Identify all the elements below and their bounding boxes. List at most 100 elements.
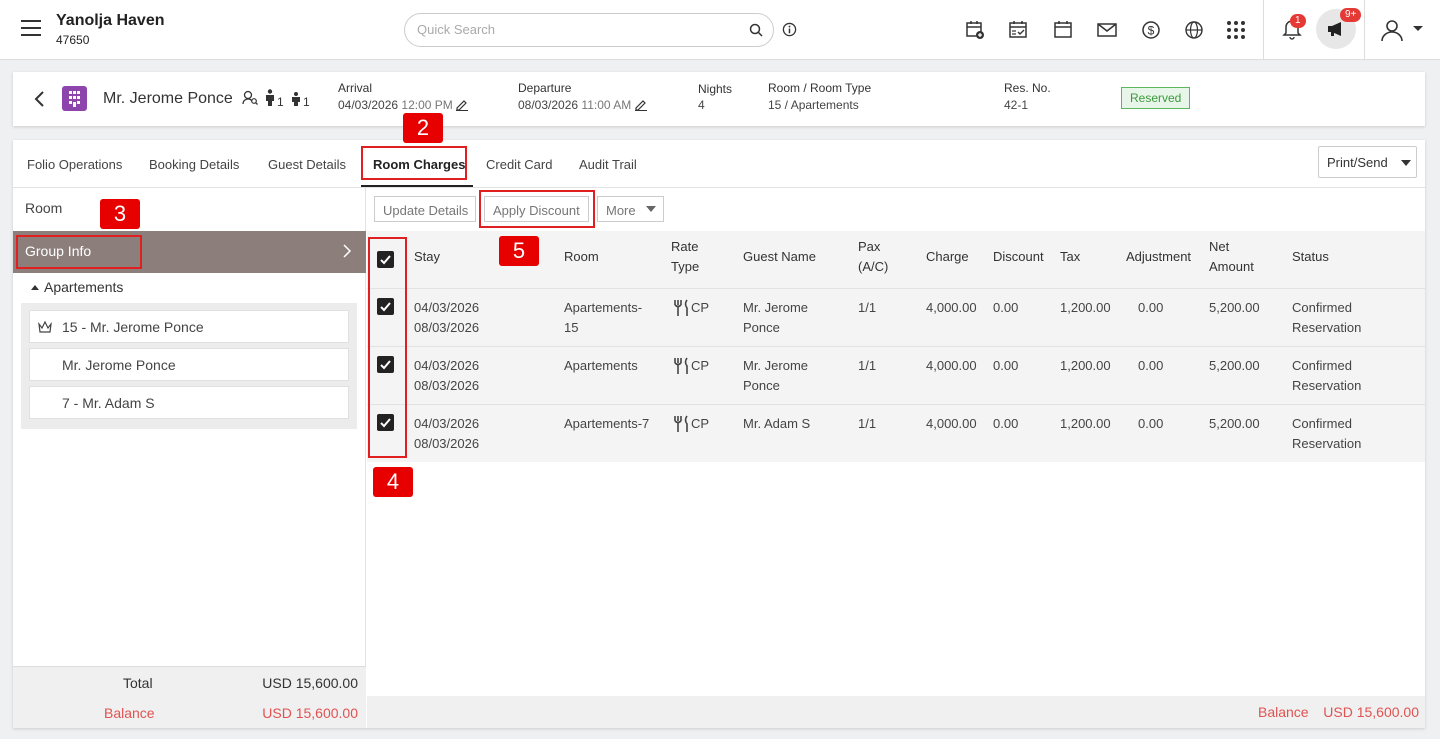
balance-value: USD 15,600.00 [1323, 704, 1419, 720]
status-line-2: Reservation [1292, 436, 1362, 451]
cell-status: Confirmed Reservation [1292, 414, 1361, 454]
cell-net-amount: 5,200.00 [1209, 358, 1260, 373]
res-no-label: Res. No. [1004, 81, 1051, 95]
announcement-badge: 9+ [1340, 8, 1362, 22]
room-list-item[interactable]: Mr. Jerome Ponce [29, 348, 349, 381]
room-line-2: 15 [564, 320, 579, 335]
reservation-header: Mr. Jerome Ponce 1 1 Arrival 04/03/2026 … [13, 72, 1425, 126]
room-list-label: 15 - Mr. Jerome Ponce [62, 319, 204, 335]
stay-to: 08/03/2026 [414, 378, 480, 393]
status-line-1: Confirmed [1292, 300, 1352, 315]
room-list: 15 - Mr. Jerome Ponce Mr. Jerome Ponce 7… [21, 303, 357, 429]
col-discount: Discount [993, 249, 1044, 264]
cell-adjustment: 0.00 [1138, 300, 1164, 315]
stay-to: 08/03/2026 [414, 436, 480, 451]
res-no-value: 42-1 [1004, 98, 1029, 112]
more-button[interactable]: More [597, 196, 664, 222]
update-details-label: Update Details [383, 203, 469, 218]
calendar-add-icon[interactable] [965, 20, 985, 40]
update-details-button[interactable]: Update Details [374, 196, 476, 222]
info-icon[interactable] [782, 22, 797, 37]
col-rate-type-2: Type [671, 259, 700, 274]
tab-booking-details[interactable]: Booking Details [149, 157, 239, 172]
dollar-icon[interactable]: $ [1141, 20, 1161, 40]
tab-audit-trail[interactable]: Audit Trail [579, 157, 637, 172]
edit-pencil-icon[interactable] [634, 99, 647, 111]
guest-line-2: Ponce [743, 378, 780, 393]
room-line-1: Apartements-7 [564, 416, 650, 431]
cell-room: Apartements [564, 356, 638, 376]
rate-code: CP [691, 300, 710, 315]
cell-pax: 1/1 [858, 416, 877, 431]
col-room: Room [564, 249, 599, 264]
total-value: USD 15,600.00 [262, 675, 358, 691]
stay-from: 04/03/2026 [414, 358, 480, 373]
fork-knife-icon [674, 299, 688, 316]
tab-credit-card[interactable]: Credit Card [486, 157, 552, 172]
cell-tax: 1,200.00 [1060, 358, 1111, 373]
room-list-item[interactable]: 7 - Mr. Adam S [29, 386, 349, 419]
col-guest-name: Guest Name [743, 249, 816, 264]
balance-label: Balance [104, 705, 155, 721]
highlight-checkboxes [368, 237, 407, 458]
nights-label: Nights [698, 82, 733, 96]
chevron-down-icon [646, 206, 656, 212]
guest-search-icon[interactable] [242, 90, 258, 106]
status-line-2: Reservation [1292, 378, 1362, 393]
cell-pax: 1/1 [858, 300, 877, 315]
room-charges-panel: Update Details Apply Discount More Stay … [367, 188, 1425, 728]
crown-icon [38, 320, 52, 333]
arrival-date: 04/03/2026 [338, 98, 399, 112]
main-panel: Folio Operations Booking Details Guest D… [13, 140, 1425, 728]
guest-name: Mr. Jerome Ponce [103, 90, 233, 107]
calendar-check-icon[interactable] [1008, 20, 1028, 40]
child-icon [292, 92, 300, 106]
stay-from: 04/03/2026 [414, 416, 480, 431]
fork-knife-icon [674, 357, 688, 374]
search-icon[interactable] [749, 23, 763, 37]
apps-grid-icon[interactable] [1226, 20, 1246, 40]
globe-icon[interactable] [1184, 20, 1204, 40]
hotel-name: Yanolja Haven [56, 12, 165, 29]
arrival-label: Arrival [338, 81, 373, 95]
table-row: 04/03/2026 08/03/2026 Apartements CP Mr. … [367, 346, 1425, 404]
col-net-amount: Net Amount [1209, 237, 1254, 277]
child-count: 1 [303, 95, 310, 109]
mail-icon[interactable] [1097, 20, 1117, 40]
print-send-button[interactable]: Print/Send [1318, 146, 1417, 178]
cell-discount: 0.00 [993, 416, 1019, 431]
chevron-down-icon[interactable] [1413, 26, 1423, 31]
cell-pax: 1/1 [858, 358, 877, 373]
room-type-value: 15 / Apartements [768, 98, 859, 112]
room-label: Room [25, 200, 63, 216]
room-list-item[interactable]: 15 - Mr. Jerome Ponce [29, 310, 349, 343]
tab-folio-operations[interactable]: Folio Operations [27, 157, 122, 172]
back-arrow-icon[interactable] [33, 90, 45, 108]
chevron-down-icon [1401, 160, 1411, 166]
departure-value: 08/03/2026 11:00 AM [518, 98, 647, 112]
calendar-icon[interactable] [1053, 20, 1073, 40]
edit-pencil-icon[interactable] [456, 99, 469, 111]
col-adjustment: Adjustment [1126, 249, 1192, 264]
balance-value: USD 15,600.00 [262, 705, 358, 721]
status-line-1: Confirmed [1292, 358, 1352, 373]
cell-guest-name: Mr. Jerome Ponce [743, 356, 808, 396]
col-stay: Stay [414, 249, 441, 264]
tab-guest-details[interactable]: Guest Details [268, 157, 346, 172]
cell-charge: 4,000.00 [926, 300, 977, 315]
departure-time: 11:00 AM [581, 98, 632, 112]
cell-rate-type: CP [673, 356, 709, 376]
adult-count: 1 [277, 95, 284, 109]
status-badge: Reserved [1121, 87, 1191, 109]
guest-line-1: Mr. Jerome [743, 358, 809, 373]
user-icon[interactable] [1380, 18, 1404, 42]
search-input[interactable] [417, 22, 737, 37]
cell-rate-type: CP [673, 298, 709, 318]
room-group-header[interactable]: Apartements [31, 279, 123, 295]
menu-icon[interactable] [21, 20, 41, 36]
cell-status: Confirmed Reservation [1292, 298, 1361, 338]
room-list-label: Mr. Jerome Ponce [62, 357, 176, 373]
cell-guest-name: Mr. Jerome Ponce [743, 298, 808, 338]
guest-line-2: Ponce [743, 320, 780, 335]
fork-knife-icon [674, 415, 688, 432]
